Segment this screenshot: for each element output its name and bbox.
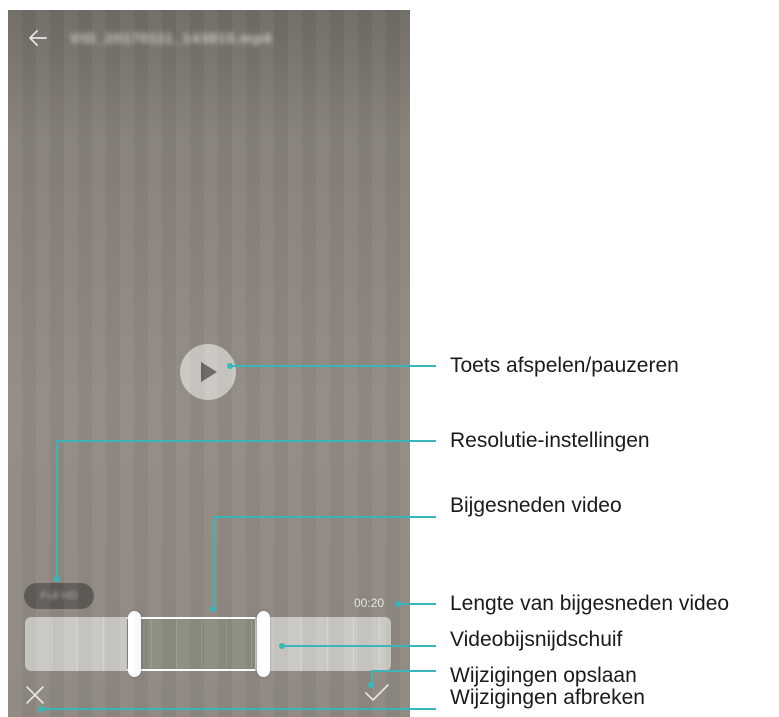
label-cancel-changes: Wijzigingen afbreken — [450, 686, 645, 709]
video-editor-screen: VID_20170111_143015.mp4 Full HD 00:20 — [8, 10, 410, 717]
video-filename: VID_20170111_143015.mp4 — [70, 30, 273, 46]
label-resolution: Resolutie-instellingen — [450, 429, 650, 452]
play-pause-button[interactable] — [180, 344, 236, 400]
callout-line-length — [400, 603, 436, 605]
callout-dot-save — [368, 682, 374, 688]
label-trimmed-video: Bijgesneden video — [450, 494, 622, 517]
trimmed-video-selection — [127, 617, 255, 671]
play-icon — [201, 362, 217, 382]
callout-line-play — [232, 365, 436, 367]
trim-handle-start[interactable] — [128, 611, 141, 677]
callout-line-trimmed-h — [213, 516, 436, 518]
label-trimmed-length: Lengte van bijgesneden video — [450, 592, 730, 615]
label-save-changes: Wijzigingen opslaan — [450, 664, 637, 687]
trim-handle-end[interactable] — [257, 611, 270, 677]
callout-line-save-h — [371, 670, 436, 672]
callout-line-resolution-h — [56, 440, 436, 442]
callout-dot-resolution — [54, 576, 60, 582]
trimmed-duration: 00:20 — [354, 596, 385, 610]
callout-line-cancel — [43, 708, 436, 710]
callout-line-trimmed-v — [213, 516, 215, 608]
label-trim-slider: Videobijsnijdschuif — [450, 628, 623, 651]
label-play-pause: Toets afspelen/pauzeren — [450, 354, 679, 377]
callout-line-resolution-v — [56, 440, 58, 578]
resolution-button[interactable]: Full HD — [24, 583, 94, 609]
callout-dot-trimmed — [210, 606, 216, 612]
back-arrow-icon[interactable] — [26, 26, 50, 50]
resolution-label: Full HD — [40, 590, 78, 602]
top-bar: VID_20170111_143015.mp4 — [8, 10, 410, 66]
callout-line-slider — [284, 645, 436, 647]
